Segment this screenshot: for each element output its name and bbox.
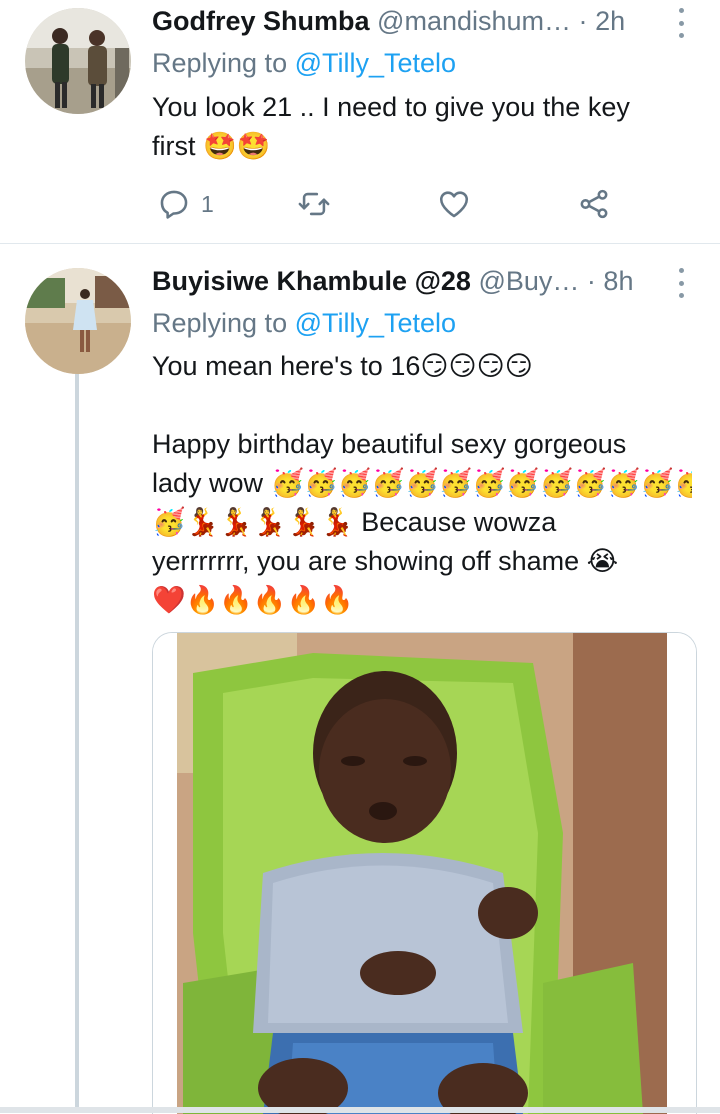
reply-icon (160, 190, 188, 219)
bottom-divider (0, 1107, 720, 1113)
tweet-text: You mean here's to 16😏😏😏😏 Happy birthday… (152, 347, 692, 620)
tweet[interactable]: Godfrey Shumba @mandishum… · 2h Replying… (0, 0, 720, 244)
avatar[interactable] (25, 8, 131, 114)
author-handle[interactable]: @mandishum… (377, 6, 571, 36)
tweet-text-line: yerrrrrrr, you are showing off shame 😭 (152, 546, 619, 576)
tweet-text-line: You mean here's to 16😏😏😏😏 (152, 351, 533, 381)
tweet-text-line: You look 21 .. I need to give you the ke… (152, 92, 630, 122)
reply-button[interactable]: 1 (157, 182, 214, 226)
retweet-button[interactable] (297, 182, 331, 226)
share-button[interactable] (577, 182, 611, 226)
tweet-text-line: Happy birthday beautiful sexy gorgeous (152, 429, 627, 459)
tweet[interactable]: Buyisiwe Khambule @28 @Buy… · 8h Replyin… (0, 244, 720, 1114)
mention-link[interactable]: @Tilly_Tetelo (295, 48, 456, 78)
timestamp[interactable]: 2h (595, 6, 625, 36)
tweet-header: Buyisiwe Khambule @28 @Buy… · 8h (152, 262, 720, 300)
author-name[interactable]: Godfrey Shumba (152, 6, 370, 36)
tweet-text-line: ❤️🔥🔥🔥🔥🔥 (152, 585, 354, 615)
avatar[interactable] (25, 268, 131, 374)
tweet-text-line: lady wow 🥳🥳🥳🥳🥳🥳🥳🥳🥳🥳🥳🥳🥳🥳🥳🥳🥳🥳🥳🥳🥳🥳🥳🥳🥳🥳🥳 (152, 468, 692, 498)
separator: · (586, 266, 596, 296)
mention-link[interactable]: @Tilly_Tetelo (295, 308, 456, 338)
tweet-text: You look 21 .. I need to give you the ke… (152, 88, 692, 166)
tweet-media-image[interactable] (152, 632, 697, 1114)
retweet-icon (298, 192, 330, 216)
tweet-text-line: 🥳💃💃💃💃💃 Because wowza (152, 507, 557, 537)
thread-line (75, 374, 79, 1113)
more-options-icon[interactable] (676, 8, 686, 38)
timestamp[interactable]: 8h (603, 266, 633, 296)
replying-prefix: Replying to (152, 48, 288, 78)
replying-prefix: Replying to (152, 308, 288, 338)
tweet-header: Godfrey Shumba @mandishum… · 2h (152, 2, 720, 40)
reply-count: 1 (201, 190, 214, 217)
replying-to: Replying to @Tilly_Tetelo (152, 44, 456, 82)
tweet-actions: 1 (152, 182, 622, 226)
like-icon (439, 191, 469, 218)
separator: · (578, 6, 588, 36)
tweet-text-line: first 🤩🤩 (152, 131, 271, 161)
more-options-icon[interactable] (676, 268, 686, 298)
share-icon (580, 189, 608, 219)
author-handle[interactable]: @Buy… (478, 266, 579, 296)
author-name[interactable]: Buyisiwe Khambule @28 (152, 266, 471, 296)
like-button[interactable] (437, 182, 471, 226)
replying-to: Replying to @Tilly_Tetelo (152, 304, 456, 342)
